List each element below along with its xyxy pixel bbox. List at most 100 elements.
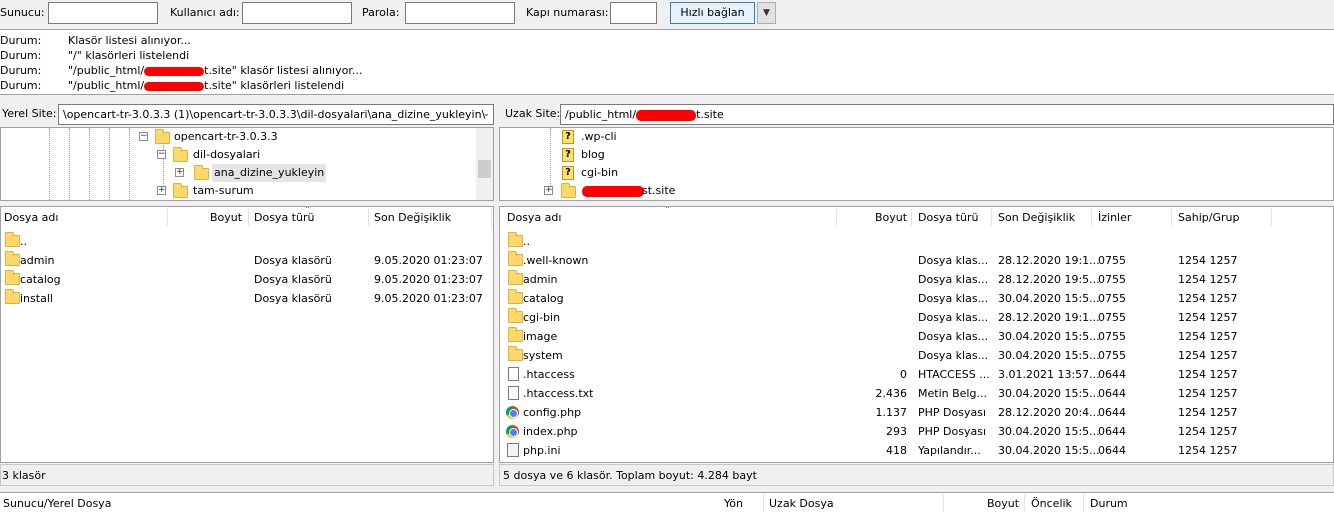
cell-type: PHP Dosyası	[918, 425, 987, 438]
table-row[interactable]: .htaccess.txt 2.436 Metin Belg... 30.04.202…	[500, 384, 1333, 403]
cell-size: 2.436	[875, 387, 908, 400]
cell-type: Dosya klas...	[918, 292, 989, 305]
table-row[interactable]: system Dosya klas... 30.04.2020 15:5... 075…	[500, 346, 1333, 365]
column-header-owner[interactable]: Sahip/Grup	[1178, 207, 1239, 229]
collapse-icon[interactable]: −	[157, 150, 166, 159]
folder-icon	[561, 183, 576, 198]
username-input[interactable]	[242, 2, 352, 24]
cell-modified: 30.04.2020 15:5...	[998, 444, 1100, 457]
cell-size: 293	[886, 425, 907, 438]
table-row[interactable]: ..	[1, 232, 493, 251]
cell-modified: 28.12.2020 19:1...	[998, 311, 1100, 324]
cell-perm: 0755	[1098, 311, 1126, 324]
cell-modified: 30.04.2020 15:5...	[998, 292, 1100, 305]
cell-name: system	[523, 349, 563, 362]
queue-header-status[interactable]: Durum	[1090, 497, 1128, 510]
cell-modified: 30.04.2020 15:5...	[998, 349, 1100, 362]
column-header-modified[interactable]: Son Değişiklik	[998, 207, 1075, 229]
quickconnect-bar: Sunucu: Kullanıcı adı: Parola: Kapı numa…	[0, 0, 1334, 29]
host-input[interactable]	[48, 2, 158, 24]
folder-icon	[173, 147, 188, 162]
remote-path-input[interactable]: /public_html/t.site	[560, 104, 1334, 125]
folder-icon	[508, 270, 523, 285]
cell-size: 0	[900, 368, 907, 381]
column-header-type[interactable]: Dosya türü	[918, 207, 978, 229]
local-directory-tree[interactable]: − opencart-tr-3.0.3.3 − dil-dosyalari + …	[0, 127, 494, 201]
remote-file-list[interactable]: ⌃ Dosya adı Boyut Dosya türü Son Değişik…	[499, 206, 1334, 463]
cell-type: Dosya klas...	[918, 311, 989, 324]
sort-arrow-icon: ⌃	[664, 206, 671, 214]
remote-directory-tree[interactable]: ? .wp-cli ? blog ? cgi-bin + st.site	[499, 127, 1334, 201]
cell-owner: 1254 1257	[1178, 368, 1238, 381]
cell-perm: 0644	[1098, 406, 1126, 419]
table-row[interactable]: php.ini 418 Yapılandır... 30.04.2020 15:5..…	[500, 441, 1333, 460]
quickconnect-dropdown-icon[interactable]: ▼	[757, 2, 776, 24]
column-header-permissions[interactable]: İzinler	[1098, 207, 1131, 229]
chevron-down-icon[interactable]: ⌄	[482, 105, 490, 124]
column-header-size[interactable]: Boyut	[875, 207, 907, 229]
table-row[interactable]: catalog Dosya klas... 30.04.2020 15:5... 07…	[500, 289, 1333, 308]
cell-perm: 0755	[1098, 273, 1126, 286]
cell-type: Dosya klas...	[918, 330, 989, 343]
column-header-modified[interactable]: Son Değişiklik	[374, 207, 451, 229]
cell-owner: 1254 1257	[1178, 330, 1238, 343]
table-row[interactable]: index.php 293 PHP Dosyası 30.04.2020 15:5..…	[500, 422, 1333, 441]
cell-perm: 0755	[1098, 292, 1126, 305]
folder-icon	[5, 270, 20, 285]
expand-icon[interactable]: +	[157, 186, 166, 195]
folder-icon	[508, 327, 523, 342]
table-row[interactable]: admin Dosya klasörü 9.05.2020 01:23:07	[1, 251, 493, 270]
table-row[interactable]: admin Dosya klas... 28.12.2020 19:5... 0755…	[500, 270, 1333, 289]
cell-perm: 0644	[1098, 444, 1126, 457]
expand-icon[interactable]: +	[544, 186, 553, 195]
cell-size: 1.137	[875, 406, 908, 419]
table-row[interactable]: catalog Dosya klasörü 9.05.2020 01:23:07	[1, 270, 493, 289]
collapse-icon[interactable]: −	[139, 132, 148, 141]
queue-header-size[interactable]: Boyut	[987, 497, 1019, 510]
password-input[interactable]	[405, 2, 515, 24]
cell-name: cgi-bin	[523, 311, 561, 324]
local-file-list[interactable]: Dosya adı Boyut Dosya türü ⌃ Son Değişik…	[0, 206, 494, 463]
folder-icon	[508, 251, 523, 266]
table-row[interactable]: image Dosya klas... 30.04.2020 15:5... 0755…	[500, 327, 1333, 346]
cell-perm: 0644	[1098, 387, 1126, 400]
quickconnect-button[interactable]: Hızlı bağlan	[670, 2, 755, 24]
cell-type: Yapılandır...	[918, 444, 981, 457]
message-log[interactable]: Durum: Klasör listesi alınıyor... Durum:…	[0, 29, 1334, 95]
local-status: 3 klasör	[0, 464, 494, 486]
column-header-name[interactable]: Dosya adı	[507, 207, 561, 229]
folder-icon	[5, 251, 20, 266]
transfer-queue[interactable]: Sunucu/Yerel Dosya Yön Uzak Dosya Boyut …	[0, 492, 1334, 512]
table-row[interactable]: ..	[500, 232, 1333, 251]
cell-modified: 28.12.2020 19:1...	[998, 254, 1100, 267]
queue-header-remote-file[interactable]: Uzak Dosya	[769, 497, 834, 510]
table-row[interactable]: config.php 1.137 PHP Dosyası 28.12.2020 20:…	[500, 403, 1333, 422]
column-header-size[interactable]: Boyut	[210, 207, 242, 229]
table-row[interactable]: .well-known Dosya klas... 28.12.2020 19:1.…	[500, 251, 1333, 270]
queue-header-server-file[interactable]: Sunucu/Yerel Dosya	[3, 497, 111, 510]
cell-name: .well-known	[523, 254, 589, 267]
remote-status: 5 dosya ve 6 klasör. Toplam boyut: 4.284…	[499, 464, 1334, 486]
expand-icon[interactable]: +	[175, 168, 184, 177]
cell-perm: 0755	[1098, 330, 1126, 343]
cell-type: HTACCESS ...	[918, 368, 990, 381]
table-row[interactable]: cgi-bin Dosya klas... 28.12.2020 19:1... 07…	[500, 308, 1333, 327]
queue-header-priority[interactable]: Öncelik	[1031, 497, 1072, 510]
scrollbar-thumb[interactable]	[478, 160, 491, 178]
table-row[interactable]: install Dosya klasörü 9.05.2020 01:23:07	[1, 289, 493, 308]
cell-modified: 28.12.2020 19:5...	[998, 273, 1100, 286]
unknown-folder-icon: ?	[562, 130, 574, 144]
local-site-bar: Yerel Site: \opencart-tr-3.0.3.3 (1)\ope…	[0, 102, 494, 127]
column-header-name[interactable]: Dosya adı	[4, 207, 58, 229]
table-row[interactable]: .htaccess 0 HTACCESS ... 3.01.2021 13:57...…	[500, 365, 1333, 384]
queue-header-direction[interactable]: Yön	[724, 497, 743, 510]
local-path-input[interactable]: \opencart-tr-3.0.3.3 (1)\opencart-tr-3.0…	[58, 104, 494, 125]
folder-icon	[508, 232, 523, 247]
redaction-mark	[636, 109, 697, 121]
cell-type: Dosya klas...	[918, 273, 989, 286]
port-input[interactable]	[610, 2, 657, 24]
redaction-mark	[582, 186, 644, 197]
local-tree-scrollbar[interactable]	[476, 128, 493, 200]
cell-name: catalog	[523, 292, 564, 305]
folder-icon	[5, 289, 20, 304]
